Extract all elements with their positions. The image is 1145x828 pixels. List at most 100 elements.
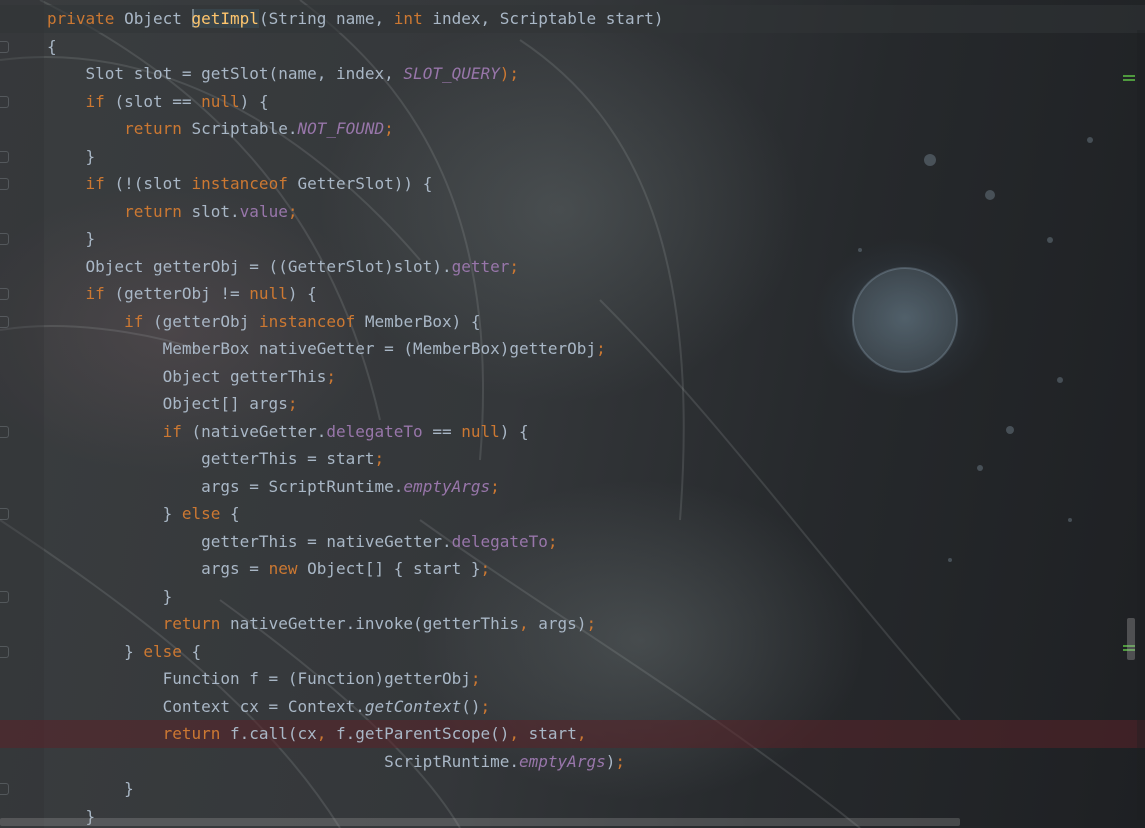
change-marker[interactable] [1123,79,1135,81]
code-line[interactable]: } else { [47,638,1145,666]
code-token: (slot == [114,91,202,111]
code-token: if [162,421,192,441]
code-token: ; [547,531,558,551]
code-line[interactable]: if (nativeGetter.delegateTo == null) { [47,418,1145,446]
code-token: { [191,641,202,661]
code-line[interactable]: getterThis = start; [47,445,1145,473]
fold-marker-icon[interactable] [0,646,9,658]
code-token: ; [480,559,491,578]
code-line[interactable]: Object[] args; [47,390,1145,418]
code-token: instanceof [258,311,365,331]
code-token: , [576,724,587,743]
code-token: ; [509,256,520,276]
code-token: } [47,146,96,166]
code-line[interactable]: return Scriptable.NOT_FOUND; [47,115,1145,143]
error-stripe[interactable] [1137,30,1145,820]
code-token: emptyArgs [519,751,606,771]
fold-marker-icon[interactable] [0,783,9,795]
code-token: Object[] { start } [307,559,481,578]
code-token: , [509,724,529,743]
code-line[interactable]: } [47,775,1145,803]
code-token: NOT_FOUND [297,119,385,138]
code-token: args) [538,614,587,633]
code-token: ; [470,669,481,688]
code-token: ) { [499,421,529,441]
code-token: ) { [239,91,269,111]
code-token: ; [596,339,606,358]
code-line-current[interactable]: private Object getImpl(String name, int … [0,5,1145,33]
fold-marker-icon[interactable] [0,233,9,245]
code-token: if [85,174,115,193]
code-line-highlighted[interactable]: return f.call(cx, f.getParentScope(), st… [0,720,1145,748]
code-line[interactable]: } [47,225,1145,253]
code-line[interactable]: } else { [47,500,1145,528]
horizontal-scrollbar[interactable] [0,818,960,826]
code-token: return [124,119,192,138]
code-token: } [47,779,134,798]
code-line[interactable]: args = ScriptRuntime.emptyArgs; [47,473,1145,501]
code-text-area[interactable]: private Object getImpl(String name, int … [0,5,1145,828]
code-line[interactable]: { [47,33,1145,61]
fold-marker-icon[interactable] [0,591,9,603]
fold-marker-icon[interactable] [0,178,9,190]
code-line[interactable]: Object getterObj = ((GetterSlot)slot).ge… [47,253,1145,281]
code-line[interactable]: MemberBox nativeGetter = (MemberBox)gett… [47,335,1145,363]
code-token: ; [384,119,394,138]
change-marker[interactable] [1123,75,1135,77]
fold-marker-icon[interactable] [0,426,9,438]
code-token: return [162,614,231,633]
code-token: (nativeGetter. [191,421,327,441]
code-token: emptyArgs [403,476,491,496]
code-line[interactable]: if (getterObj != null) { [47,280,1145,308]
code-token: ); [499,64,520,83]
code-line[interactable]: Object getterThis; [47,363,1145,391]
fold-marker-icon[interactable] [0,316,9,328]
code-line[interactable]: Function f = (Function)getterObj; [47,665,1145,693]
fold-marker-icon[interactable] [0,288,9,300]
code-line[interactable]: args = new Object[] { start }; [47,555,1145,583]
code-token: Slot slot = getSlot(name, index, [47,64,404,83]
code-line[interactable]: getterThis = nativeGetter.delegateTo; [47,528,1145,556]
code-line[interactable]: } [47,583,1145,611]
code-line[interactable]: } [47,143,1145,171]
fold-marker-icon[interactable] [0,508,9,520]
code-token: args = [47,559,269,578]
line-gutter[interactable] [0,0,44,828]
code-token: ; [287,394,298,413]
code-token: } [47,229,96,248]
code-line[interactable]: if (!(slot instanceof GetterSlot)) { [47,170,1145,198]
code-line[interactable]: Context cx = Context.getContext(); [47,693,1145,721]
code-token: private [47,9,125,28]
code-token: value [239,201,288,221]
code-token: if [124,311,153,331]
code-editor[interactable]: private Object getImpl(String name, int … [0,0,1145,828]
code-line[interactable]: return slot.value; [47,198,1145,226]
code-token: MemberBox nativeGetter = (MemberBox)gett… [47,339,597,358]
code-token: ; [326,366,336,386]
code-token: null [249,284,288,303]
fold-marker-icon[interactable] [0,151,9,163]
code-token: Object getterThis [47,366,327,386]
code-token: f.getParentScope() [336,724,510,743]
code-token: else [181,504,231,523]
code-token: GetterSlot)) { [297,174,433,193]
code-line[interactable]: if (getterObj instanceof MemberBox) { [47,308,1145,336]
code-token: ; [287,201,298,221]
code-token: (!(slot [114,174,192,193]
fold-marker-icon[interactable] [0,96,9,108]
vertical-scrollbar[interactable] [1127,618,1135,660]
code-token: instanceof [191,174,298,193]
code-token: index, Scriptable start) [432,9,664,28]
code-token: { [230,504,240,523]
code-token: ScriptRuntime. [47,751,520,771]
code-line[interactable]: return nativeGetter.invoke(getterThis, a… [47,610,1145,638]
code-line[interactable]: ScriptRuntime.emptyArgs); [47,748,1145,776]
code-token: (String name, [258,9,394,28]
code-line[interactable]: Slot slot = getSlot(name, index, SLOT_QU… [47,60,1145,88]
fold-marker-icon[interactable] [0,41,9,53]
code-line[interactable]: if (slot == null) { [47,88,1145,116]
